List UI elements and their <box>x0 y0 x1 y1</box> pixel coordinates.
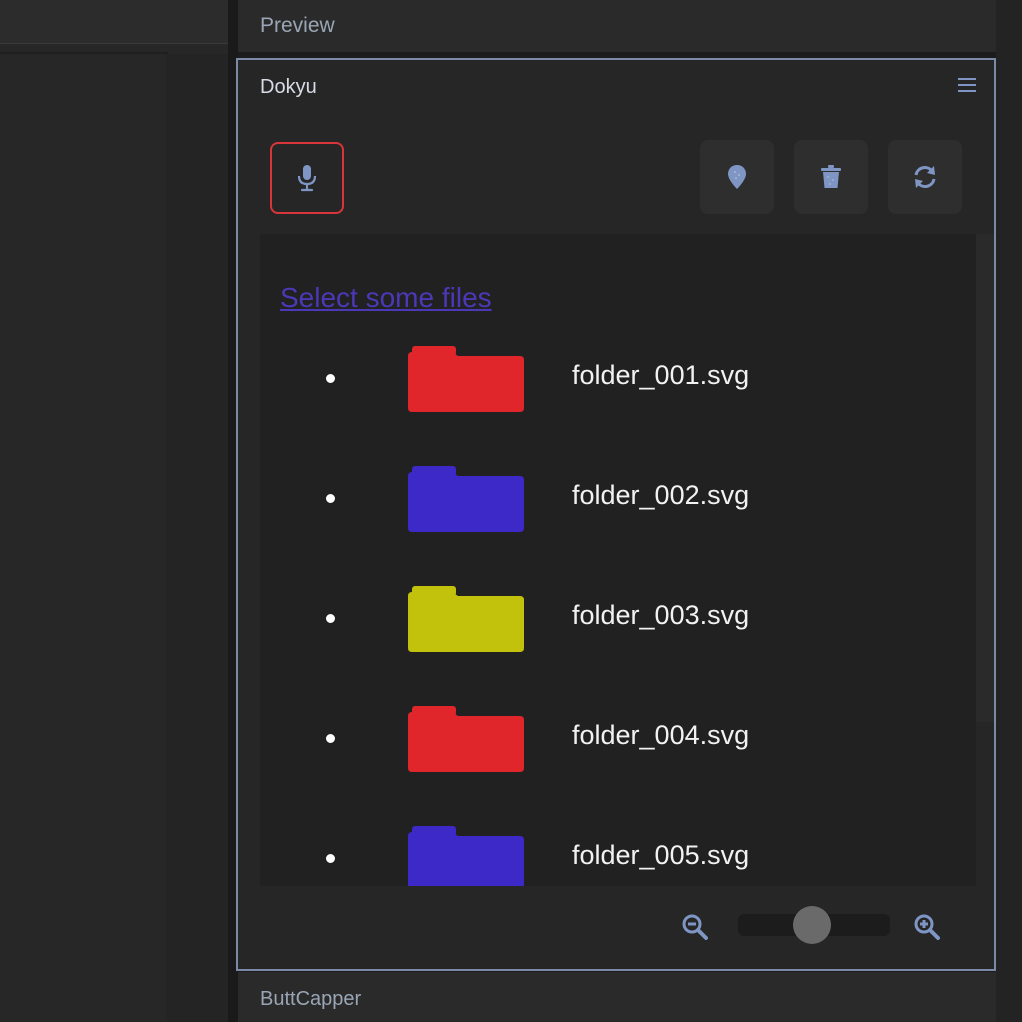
select-files-link[interactable]: Select some files <box>280 282 492 314</box>
file-name: folder_004.svg <box>572 720 750 750</box>
file-item[interactable]: folder_003.svg <box>260 574 976 694</box>
refresh-icon <box>914 166 936 188</box>
folder-icon <box>408 466 524 532</box>
folder-icon <box>408 706 524 772</box>
file-list: folder_001.svg folder_002.svg folder_003… <box>260 334 976 886</box>
file-item[interactable]: folder_005.svg <box>260 814 976 886</box>
refresh-button[interactable] <box>888 140 962 214</box>
right-scrollbar[interactable] <box>996 0 1022 1022</box>
trash-icon <box>821 165 841 188</box>
file-name: folder_002.svg <box>572 480 750 510</box>
left-topbar <box>0 0 228 44</box>
bullet <box>326 374 335 383</box>
bullet <box>326 614 335 623</box>
zoom-out-icon[interactable] <box>680 912 710 942</box>
file-list-area[interactable]: Select some files folder_001.svg folder_… <box>260 234 976 886</box>
file-name: folder_001.svg <box>572 360 750 390</box>
map-pin-icon <box>728 165 746 189</box>
buttcapper-title: ButtCapper <box>260 988 362 1010</box>
bullet <box>326 854 335 863</box>
file-item[interactable]: folder_001.svg <box>260 334 976 454</box>
microphone-icon <box>297 165 317 192</box>
file-name: folder_005.svg <box>572 840 750 870</box>
file-item[interactable]: folder_002.svg <box>260 454 976 574</box>
bullet <box>326 734 335 743</box>
location-button[interactable] <box>700 140 774 214</box>
panel-title: Dokyu <box>260 76 317 98</box>
file-area-scrollbar[interactable] <box>976 234 994 722</box>
folder-icon <box>408 826 524 886</box>
folder-icon <box>408 586 524 652</box>
buttcapper-header[interactable]: ButtCapper <box>238 972 996 1022</box>
bullet <box>326 494 335 503</box>
file-item[interactable]: folder_004.svg <box>260 694 976 814</box>
zoom-in-icon[interactable] <box>912 912 942 942</box>
file-name: folder_003.svg <box>572 600 750 630</box>
folder-icon <box>408 346 524 412</box>
left-divider <box>0 52 168 54</box>
hamburger-menu-icon[interactable] <box>958 78 976 96</box>
left-column-strip <box>166 54 228 1022</box>
preview-header[interactable]: Preview <box>238 0 996 52</box>
zoom-slider-thumb[interactable] <box>793 906 832 944</box>
zoom-bar <box>238 886 994 969</box>
delete-button[interactable] <box>794 140 868 214</box>
preview-title: Preview <box>260 14 335 37</box>
zoom-slider[interactable] <box>738 906 890 944</box>
dokyu-panel: Dokyu Select some files folder_001.svg f… <box>236 58 996 971</box>
microphone-button[interactable] <box>270 142 344 214</box>
